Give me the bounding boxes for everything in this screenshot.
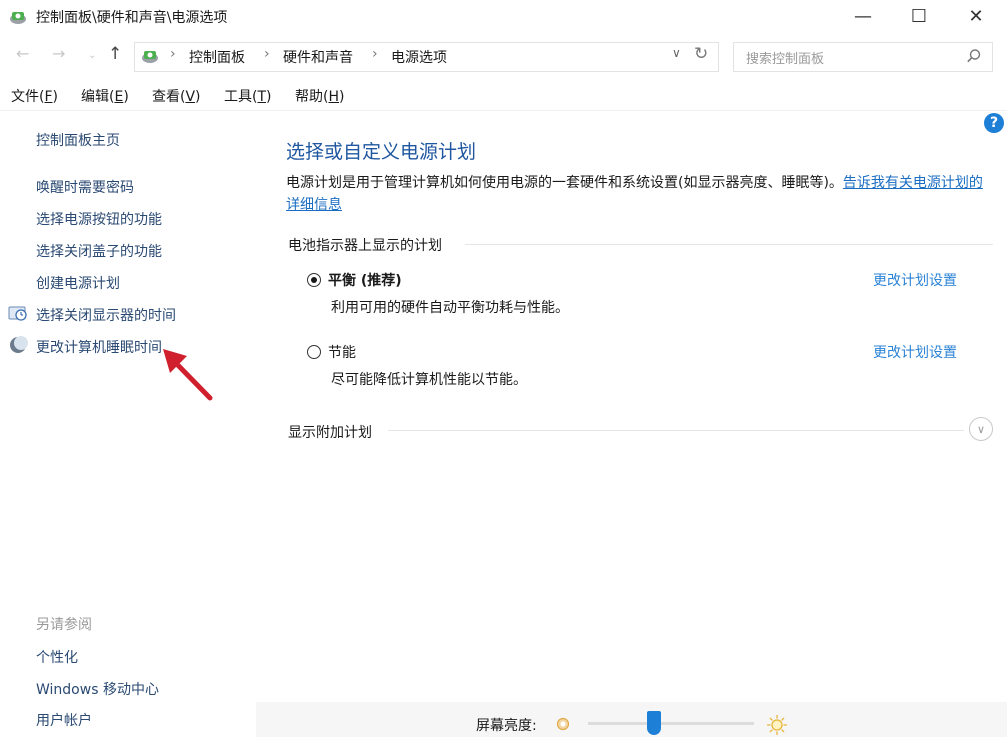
plan-balanced-description: 利用可用的硬件自动平衡功耗与性能。	[331, 300, 569, 316]
maximize-button[interactable]: ☐	[896, 0, 942, 32]
address-dropdown-chevron-icon[interactable]: ∨	[672, 46, 681, 60]
sidebar-item-wake-password[interactable]: 唤醒时需要密码	[36, 177, 134, 197]
radio-selected-dot	[311, 277, 317, 283]
minimize-button[interactable]: —	[840, 0, 886, 32]
sidebar-item-power-button[interactable]: 选择电源按钮的功能	[36, 209, 162, 229]
breadcrumb-separator: ›	[264, 46, 270, 62]
brightness-slider-thumb[interactable]	[647, 711, 661, 735]
section-divider	[465, 244, 993, 245]
menu-tools[interactable]: 工具(T)	[224, 86, 272, 106]
additional-plans-divider	[388, 430, 964, 431]
plan-balanced-name[interactable]: 平衡 (推荐)	[328, 270, 402, 290]
search-icon[interactable]	[966, 48, 982, 64]
display-clock-icon	[8, 306, 27, 321]
breadcrumb-separator: ›	[372, 46, 378, 62]
up-arrow-icon[interactable]: ↑	[108, 44, 122, 64]
menu-edit[interactable]: 编辑(E)	[81, 86, 129, 106]
breadcrumb-separator: ›	[170, 46, 176, 62]
see-also-label: 另请参阅	[36, 617, 92, 633]
plan-power-saver-name[interactable]: 节能	[328, 342, 356, 362]
sidebar-item-home[interactable]: 控制面板主页	[36, 130, 120, 150]
refresh-icon[interactable]: ↻	[694, 44, 708, 64]
plan-power-saver-description: 尽可能降低计算机性能以节能。	[331, 372, 527, 388]
dim-sun-icon	[556, 717, 570, 731]
page-title: 选择或自定义电源计划	[286, 141, 477, 163]
brightness-label: 屏幕亮度:	[476, 718, 537, 734]
plan-balanced-change-link[interactable]: 更改计划设置	[873, 270, 957, 290]
sidebar-item-display-off[interactable]: 选择关闭显示器的时间	[36, 305, 176, 325]
window-title: 控制面板\硬件和声音\电源选项	[36, 10, 228, 26]
forward-arrow-icon[interactable]: →	[52, 44, 65, 63]
breadcrumb-control-panel[interactable]: 控制面板	[189, 47, 245, 67]
close-button[interactable]: ✕	[953, 0, 999, 32]
breadcrumb-power-options[interactable]: 电源选项	[391, 47, 447, 67]
sidebar-item-sleep-time[interactable]: 更改计算机睡眠时间	[36, 337, 162, 357]
back-arrow-icon[interactable]: ←	[16, 44, 29, 63]
red-pointer-arrow-icon	[163, 349, 213, 401]
plan-balanced-radio[interactable]	[307, 273, 321, 287]
control-panel-breadcrumb-icon	[142, 51, 158, 63]
plan-power-saver-radio[interactable]	[307, 345, 321, 359]
recent-pages-chevron-icon[interactable]: ⌄	[88, 50, 96, 61]
menu-file[interactable]: 文件(F)	[11, 86, 58, 106]
search-placeholder: 搜索控制面板	[746, 52, 825, 67]
expand-chevron-icon[interactable]: ∨	[969, 417, 993, 441]
show-additional-plans-label[interactable]: 显示附加计划	[288, 422, 372, 442]
page-description: 电源计划是用于管理计算机如何使用电源的一套硬件和系统设置(如显示器亮度、睡眠等)…	[286, 175, 983, 213]
see-also-user-accounts[interactable]: 用户帐户	[36, 710, 92, 730]
sidebar-item-lid-close[interactable]: 选择关闭盖子的功能	[36, 241, 162, 261]
plan-power-saver-change-link[interactable]: 更改计划设置	[873, 342, 957, 362]
menu-help[interactable]: 帮助(H)	[295, 86, 344, 106]
bright-sun-icon	[766, 714, 788, 736]
menu-view[interactable]: 查看(V)	[152, 86, 201, 106]
section-label-battery-plans: 电池指示器上显示的计划	[288, 238, 442, 254]
brightness-bar	[256, 702, 1007, 737]
control-panel-icon	[10, 12, 26, 24]
menu-divider	[0, 110, 1007, 111]
help-icon[interactable]: ?	[984, 113, 1004, 133]
sleep-moon-icon	[10, 336, 28, 353]
see-also-personalization[interactable]: 个性化	[36, 647, 78, 667]
sidebar-item-create-plan[interactable]: 创建电源计划	[36, 273, 120, 293]
brightness-slider-track[interactable]	[588, 722, 754, 725]
breadcrumb-hardware-sound[interactable]: 硬件和声音	[283, 47, 353, 67]
see-also-mobility-center[interactable]: Windows 移动中心	[36, 679, 159, 699]
